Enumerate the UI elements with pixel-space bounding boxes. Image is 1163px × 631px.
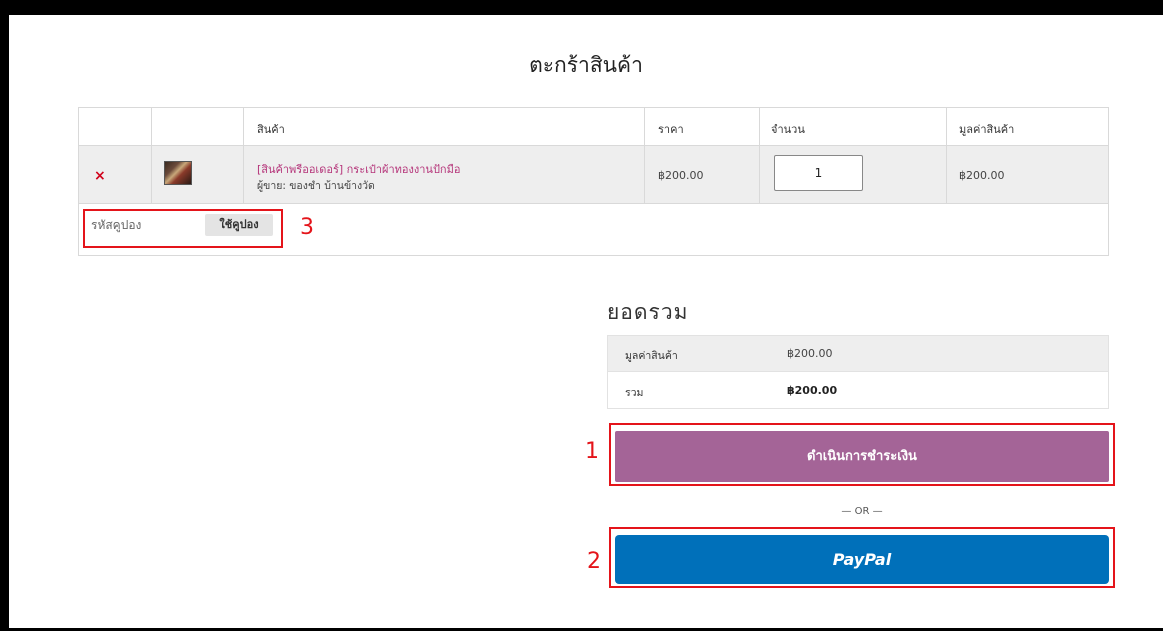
cart-page: ตะกร้าสินค้า สินค้า ราคา จำนวน มูลค่าสิน… (9, 15, 1163, 631)
callout-number-3: 3 (300, 215, 314, 240)
callout-number-2: 2 (587, 549, 601, 574)
callout-number-1: 1 (585, 439, 599, 464)
column-divider (243, 108, 244, 204)
header-product: สินค้า (257, 123, 285, 136)
coupon-highlight-box (83, 209, 283, 248)
product-seller: ผู้ขาย: ของชำ บ้านข้างวัด (257, 180, 375, 192)
header-subtotal: มูลค่าสินค้า (959, 123, 1015, 136)
totals-total-label: รวม (625, 387, 644, 399)
totals-title: ยอดรวม (607, 300, 689, 324)
proceed-to-checkout-button[interactable]: ดำเนินการชำระเงิน (615, 431, 1109, 482)
column-divider (759, 108, 760, 204)
cart-header-row: สินค้า ราคา จำนวน มูลค่าสินค้า (79, 108, 1108, 146)
or-separator: — OR — (841, 506, 883, 517)
totals-total-value: ฿200.00 (787, 384, 838, 397)
cart-totals-table: มูลค่าสินค้า ฿200.00 รวม ฿200.00 (607, 335, 1109, 409)
header-price: ราคา (658, 123, 684, 136)
item-subtotal: ฿200.00 (959, 169, 1005, 182)
column-divider (946, 108, 947, 204)
column-divider (644, 108, 645, 204)
table-row (79, 146, 1108, 204)
quantity-input[interactable]: 1 (774, 155, 863, 191)
remove-item-icon[interactable]: × (94, 168, 106, 184)
totals-subtotal-row (608, 336, 1108, 372)
product-thumbnail[interactable] (164, 161, 192, 185)
page-title: ตะกร้าสินค้า (529, 53, 643, 77)
product-name-link[interactable]: [สินค้าพรีออเดอร์] กระเป๋าผ้าทองงานปักมื… (257, 160, 460, 178)
column-divider (151, 108, 152, 204)
totals-subtotal-label: มูลค่าสินค้า (625, 350, 678, 362)
item-price: ฿200.00 (658, 169, 704, 182)
paypal-button[interactable]: PayPal (615, 535, 1109, 584)
totals-subtotal-value: ฿200.00 (787, 347, 833, 360)
header-quantity: จำนวน (771, 123, 805, 136)
